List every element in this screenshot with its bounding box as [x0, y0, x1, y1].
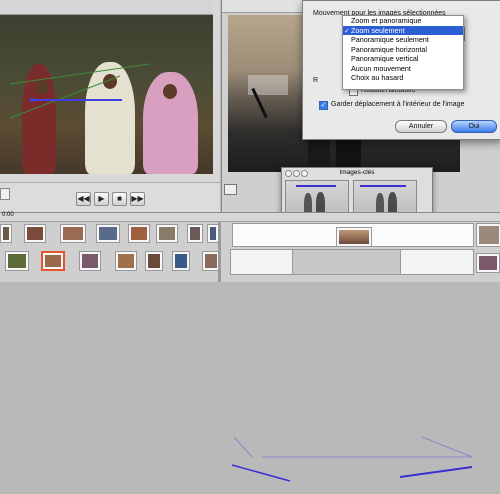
play-button[interactable]: ▶ — [94, 192, 109, 206]
menu-item-pan-vertical[interactable]: Panoramique vertical — [343, 54, 463, 64]
timeline-ruler — [0, 213, 500, 222]
motion-path — [360, 185, 406, 187]
panel-divider[interactable] — [218, 222, 221, 282]
clip-thumbnail[interactable] — [156, 224, 178, 243]
menu-item-pan-only[interactable]: Panoramique seulement — [343, 35, 463, 45]
left-viewer-top — [0, 0, 213, 15]
clip-thumbnail[interactable] — [476, 223, 500, 247]
menu-item-random[interactable]: Choix au hasard — [343, 73, 463, 83]
checkmark-icon: ✓ — [344, 25, 351, 35]
keep-inside-checkbox[interactable]: ✓ — [319, 101, 328, 110]
clip-thumbnail[interactable] — [187, 224, 203, 243]
clip-thumbnail[interactable] — [115, 251, 137, 271]
ruler-start-label: 0:00 — [2, 212, 14, 218]
keep-inside-label: Garder déplacement à l'intérieur de l'im… — [331, 101, 465, 108]
menu-item-zoom-only[interactable]: ✓ Zoom seulement — [343, 25, 463, 35]
ok-button[interactable]: Oui — [451, 120, 497, 133]
clip-thumbnail[interactable] — [128, 224, 150, 243]
transition-curves — [231, 436, 473, 482]
menu-item-zoom-pan[interactable]: Zoom et panoramique — [343, 16, 463, 26]
clip-thumbnail[interactable] — [172, 251, 190, 271]
source-photo[interactable] — [0, 14, 213, 174]
track-gap[interactable] — [292, 249, 402, 275]
clip-thumbnail[interactable] — [5, 251, 29, 271]
menu-item-pan-horizontal[interactable]: Panoramique horizontal — [343, 45, 463, 55]
track-clip[interactable] — [400, 249, 474, 275]
clip-thumbnail[interactable] — [145, 251, 163, 271]
clip-thumbnail[interactable] — [476, 253, 500, 273]
selected-clip-thumbnail[interactable] — [41, 251, 65, 271]
clip-thumbnail[interactable] — [336, 227, 372, 247]
motion-dropdown-menu[interactable]: Zoom et panoramique ✓ Zoom seulement Pano… — [342, 15, 464, 90]
motion-path-overlay — [9, 63, 151, 119]
previous-button[interactable]: ◀◀ — [76, 192, 91, 206]
stop-button[interactable]: ■ — [112, 192, 127, 206]
next-button[interactable]: ▶▶ — [130, 192, 145, 206]
clip-thumbnail[interactable] — [96, 224, 120, 243]
clip-thumbnail[interactable] — [0, 224, 12, 243]
player-controls: ◀◀ ▶ ■ ▶▶ — [0, 182, 220, 213]
prefix-letter: R — [313, 77, 319, 84]
track-clip[interactable] — [230, 249, 294, 275]
keyframes-title: Images-clés — [339, 169, 375, 176]
timeline: 0:00 — [0, 212, 500, 482]
clip-thumbnail[interactable] — [60, 224, 86, 243]
menu-item-no-motion[interactable]: Aucun mouvement — [343, 64, 463, 74]
panel-toggle-icon[interactable] — [0, 188, 10, 200]
clip-thumbnail[interactable] — [24, 224, 46, 243]
view-toggle-icon[interactable] — [224, 184, 237, 195]
cancel-button[interactable]: Annuler — [395, 120, 447, 133]
motion-path — [296, 185, 336, 187]
clip-thumbnail[interactable] — [79, 251, 101, 271]
menu-item-label: Zoom seulement — [351, 25, 405, 35]
